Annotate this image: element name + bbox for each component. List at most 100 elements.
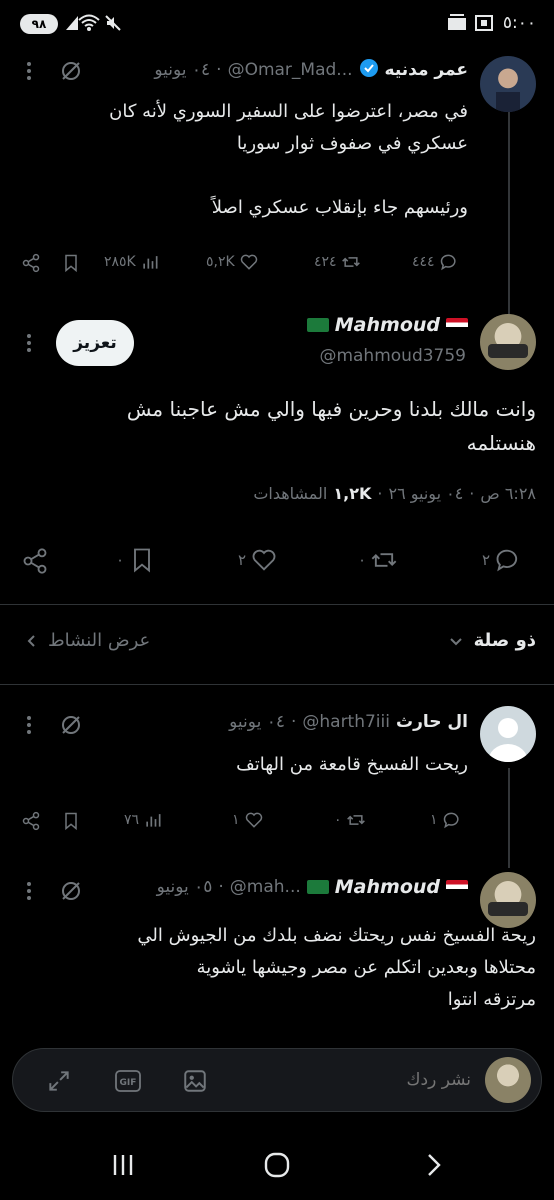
wifi-icon: [78, 14, 100, 36]
share-icon[interactable]: [20, 252, 42, 274]
like-count: ٢: [238, 551, 247, 569]
recent-apps-icon[interactable]: [106, 1150, 140, 1180]
retweet-count: ٠: [358, 551, 367, 569]
view-activity-button[interactable]: عرض النشاط: [24, 630, 150, 651]
more-options-icon[interactable]: [26, 332, 32, 358]
egypt-flag-icon: [446, 880, 468, 894]
reply-tweet[interactable]: ٠٥ يونيو · @mah... Mahmoud ريحة الفسيخ ن…: [0, 866, 554, 1026]
reply-count: ٤٤٤: [412, 254, 435, 270]
clock: ٥:٠٠: [502, 13, 536, 33]
retweet-icon: [346, 815, 365, 825]
verified-badge-icon: [359, 58, 379, 82]
tweet-date: ٠٤ يونيو: [154, 60, 211, 80]
egypt-flag-icon: [446, 318, 468, 332]
display-name[interactable]: Mahmoud: [335, 876, 440, 898]
like-button[interactable]: ٥,٢K: [206, 252, 259, 272]
grok-icon[interactable]: [60, 880, 82, 906]
reply-icon: [440, 254, 456, 271]
views-count: ٧٦: [124, 812, 140, 828]
chevron-down-icon: [449, 637, 462, 645]
views-label: المشاهدات: [253, 484, 328, 503]
heart-icon: [245, 812, 262, 828]
views-count[interactable]: ١,٢K: [333, 484, 371, 503]
bookmark-icon[interactable]: [60, 252, 82, 274]
share-icon[interactable]: [20, 810, 42, 832]
tweet-text-line: محتلاها وبعدين اتكلم عن مصر وجيشها ياشوي…: [196, 957, 536, 978]
reply-icon: [496, 549, 518, 572]
avatar[interactable]: [480, 56, 536, 112]
avatar[interactable]: [480, 314, 536, 370]
retweet-button[interactable]: ٤٢٤: [314, 252, 361, 272]
tweet-date: ٠٤ يونيو: [229, 712, 285, 732]
views-button[interactable]: ٢٨٥K: [104, 252, 160, 272]
boost-button[interactable]: تعزيز: [56, 320, 134, 366]
expand-icon[interactable]: [45, 1067, 73, 1095]
reply-tweet[interactable]: ال حارث @harth7iii · ٠٤ يونيو ريحت الفسي…: [0, 696, 554, 856]
reply-composer[interactable]: GIF: [12, 1048, 542, 1112]
tweet-text-line: عسكري في صفوف ثوار سوريا: [236, 133, 468, 154]
tweet-text-line: هنستلمه: [466, 431, 536, 455]
saudi-flag-icon: [306, 880, 329, 894]
views-count: ٢٨٥K: [104, 254, 136, 270]
handle: @Omar_Mad...: [227, 60, 353, 80]
status-bar: ٩٨ ٥:٠٠: [0, 0, 554, 44]
handle: @mahmoud3759: [319, 346, 466, 366]
tweet-text-line: في مصر، اعترضوا على السفير السوري لأنه ك…: [109, 101, 468, 122]
bookmark-icon[interactable]: [60, 810, 82, 832]
views-icon: [143, 256, 158, 269]
like-button[interactable]: ٢: [238, 546, 278, 574]
reply-icon: [443, 812, 459, 829]
main-tweet[interactable]: Mahmoud @mahmoud3759 تعزيز وانت مالك بلد…: [0, 300, 554, 600]
grok-icon[interactable]: [60, 714, 82, 740]
chevron-left-icon: [27, 634, 35, 647]
bookmark-count: ٠: [116, 551, 125, 569]
bookmark-button[interactable]: ٠: [116, 546, 156, 574]
more-options-icon[interactable]: [26, 60, 32, 86]
relevance-sort-button[interactable]: ذو صلة: [448, 630, 536, 651]
like-button[interactable]: ١: [232, 810, 264, 830]
reply-button[interactable]: ١: [430, 810, 462, 830]
image-icon[interactable]: [181, 1067, 209, 1095]
system-nav-bar: [0, 1128, 554, 1200]
divider: [0, 684, 554, 685]
retweet-count: ٠: [334, 812, 342, 828]
heart-icon: [252, 549, 276, 571]
grok-icon[interactable]: [60, 60, 82, 86]
heart-icon: [240, 254, 257, 270]
reply-count: ٢: [482, 551, 491, 569]
avatar[interactable]: [480, 706, 536, 762]
home-icon[interactable]: [260, 1150, 294, 1180]
battery-level: ٩٨: [31, 17, 47, 31]
relevance-label: ذو صلة: [473, 630, 536, 651]
share-icon[interactable]: [20, 546, 50, 576]
retweet-button[interactable]: ٠: [358, 546, 398, 574]
divider: [0, 604, 554, 605]
like-count: ٥,٢K: [206, 254, 235, 270]
saudi-flag-icon: [306, 318, 329, 332]
tweet-text-line: ريحة الفسيخ نفس ريحتك نضف بلدك من الجيوش…: [137, 925, 536, 946]
display-name[interactable]: عمر مدنيه: [385, 60, 468, 80]
like-count: ١: [232, 812, 240, 828]
gif-icon[interactable]: GIF: [113, 1067, 143, 1095]
activity-label: عرض النشاط: [48, 630, 151, 651]
display-name[interactable]: Mahmoud: [335, 314, 440, 336]
more-options-icon[interactable]: [26, 880, 32, 906]
reply-input[interactable]: [271, 1065, 471, 1095]
svg-text:GIF: GIF: [120, 1078, 137, 1088]
reply-button[interactable]: ٢: [482, 546, 522, 574]
bookmark-icon: [134, 548, 150, 573]
handle: @harth7iii: [302, 712, 390, 732]
back-icon[interactable]: [416, 1150, 450, 1180]
views-button[interactable]: ٧٦: [124, 810, 163, 830]
tweet-text-line: وانت مالك بلدنا وحرين فيها والي مش عاجبن…: [126, 397, 536, 421]
tweet-text: ريحت الفسيخ قامعة من الهاتف: [236, 754, 468, 775]
handle: @mah...: [229, 877, 301, 897]
sort-bar: ذو صلة عرض النشاط: [0, 620, 554, 670]
more-options-icon[interactable]: [26, 714, 32, 740]
parent-tweet[interactable]: عمر مدنيه @Omar_Mad... · ٠٤ يونيو في مصر…: [0, 44, 554, 284]
views-icon: [146, 814, 161, 827]
display-name[interactable]: ال حارث: [396, 712, 468, 732]
retweet-button[interactable]: ٠: [334, 810, 366, 830]
reply-button[interactable]: ٤٤٤: [412, 252, 459, 272]
mute-icon: [104, 14, 122, 36]
